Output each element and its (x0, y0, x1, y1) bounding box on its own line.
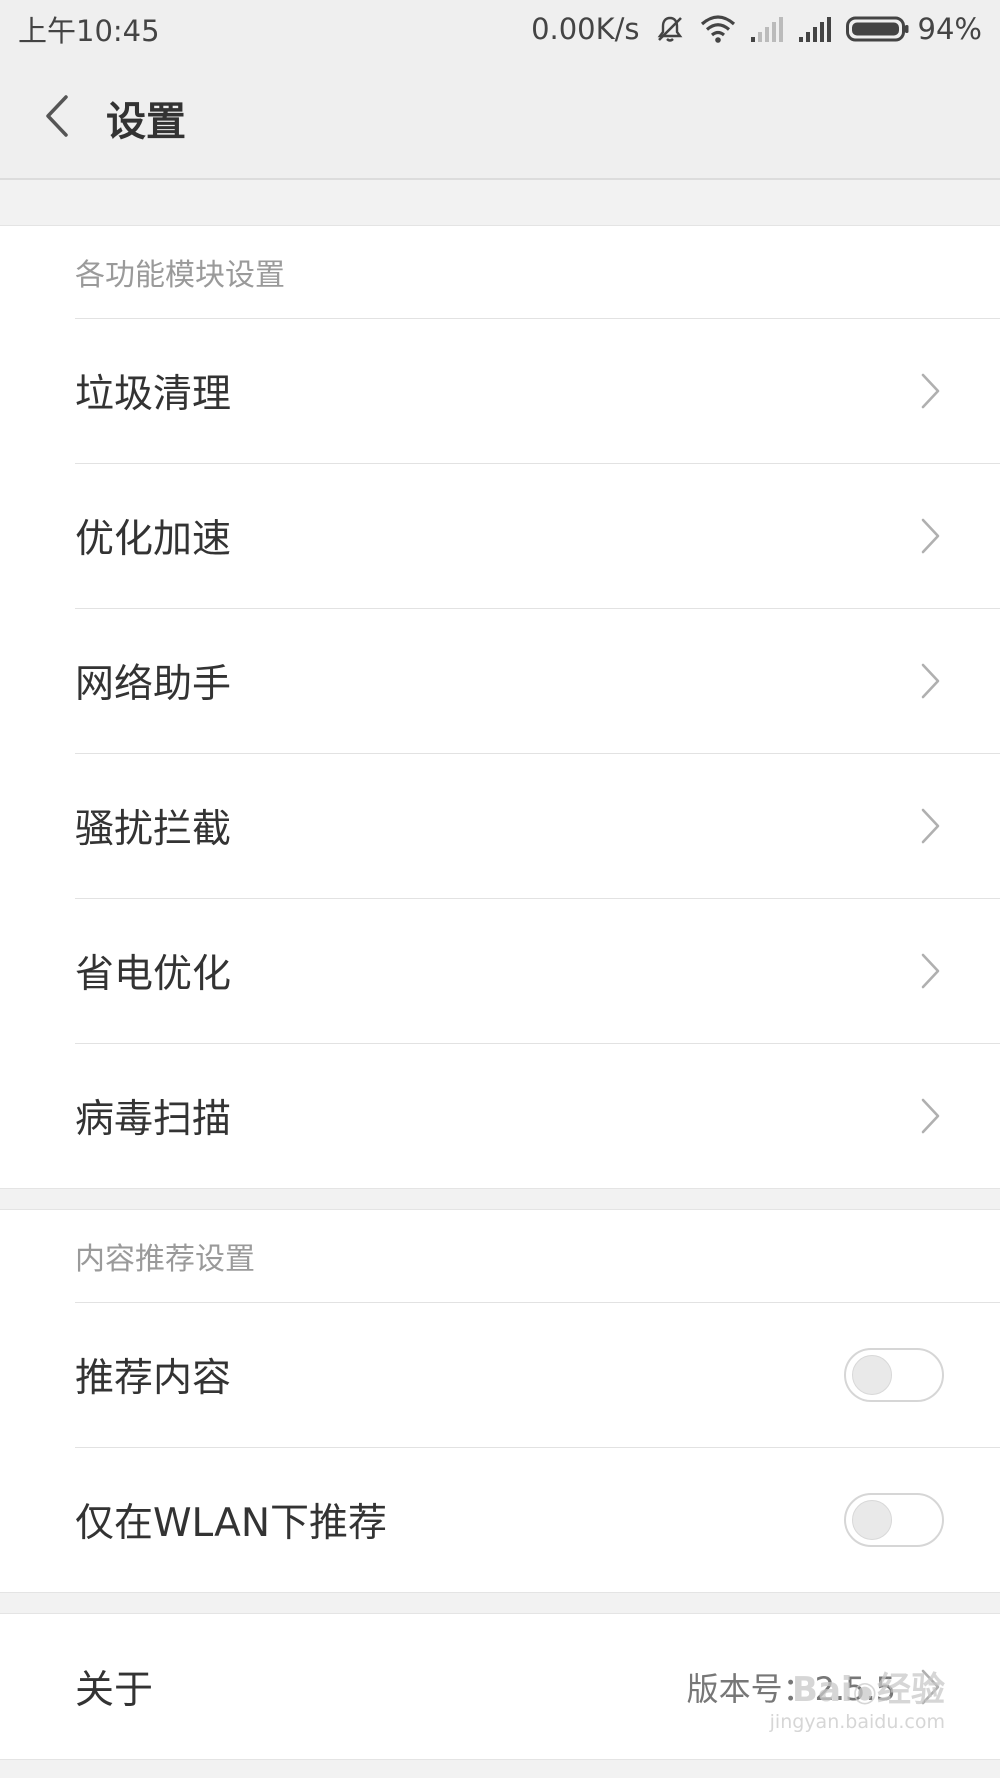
watermark-logo: Bai◉经验 jingyan.baidu.com (769, 1670, 945, 1733)
signal-icon-2 (798, 15, 832, 43)
row-recommend-content[interactable]: 推荐内容 (0, 1302, 1000, 1447)
row-harassment-block[interactable]: 骚扰拦截 (0, 753, 1000, 898)
mute-icon (654, 13, 686, 45)
content-section: 内容推荐设置 推荐内容 仅在WLAN下推荐 (0, 1209, 1000, 1593)
battery-percent: 94% (917, 12, 982, 46)
back-arrow-icon (38, 91, 78, 145)
row-label: 关于 (75, 1667, 154, 1713)
battery: 94% (845, 12, 982, 46)
row-label: 优化加速 (75, 516, 232, 562)
status-icons: 0.00K/s 94% (531, 12, 982, 46)
row-label: 骚扰拦截 (75, 806, 232, 852)
row-junk-clean[interactable]: 垃圾清理 (0, 318, 1000, 463)
status-bar: 上午10:45 0.00K/s 94% (0, 0, 1000, 58)
wlan-only-toggle[interactable] (844, 1492, 944, 1547)
row-label: 垃圾清理 (75, 371, 232, 417)
recommend-content-toggle[interactable] (844, 1347, 944, 1402)
status-time: 上午10:45 (18, 14, 160, 48)
chevron-right-icon (910, 1096, 950, 1136)
page-title: 设置 (106, 99, 186, 145)
row-label: 省电优化 (75, 951, 232, 997)
battery-icon (845, 15, 910, 43)
modules-section: 各功能模块设置 垃圾清理 优化加速 网络助手 骚扰拦截 省电优化 病毒扫描 (0, 225, 1000, 1189)
row-label: 网络助手 (75, 661, 232, 707)
chevron-right-icon (910, 371, 950, 411)
row-label: 仅在WLAN下推荐 (75, 1500, 388, 1546)
chevron-right-icon (910, 951, 950, 991)
chevron-right-icon (910, 516, 950, 556)
chevron-right-icon (910, 806, 950, 846)
section-header-content: 内容推荐设置 (75, 1242, 255, 1277)
row-wlan-only[interactable]: 仅在WLAN下推荐 (0, 1447, 1000, 1592)
row-network-assistant[interactable]: 网络助手 (0, 608, 1000, 753)
row-virus-scan[interactable]: 病毒扫描 (0, 1043, 1000, 1188)
toggle-knob (852, 1499, 892, 1540)
signal-icon-1 (750, 15, 784, 43)
title-bar: 设置 (0, 58, 1000, 180)
chevron-right-icon (910, 661, 950, 701)
row-power-saving[interactable]: 省电优化 (0, 898, 1000, 1043)
row-speed-up[interactable]: 优化加速 (0, 463, 1000, 608)
network-speed: 0.00K/s (531, 12, 640, 46)
back-button[interactable] (22, 82, 94, 154)
toggle-knob (852, 1354, 892, 1395)
row-label: 病毒扫描 (75, 1096, 232, 1142)
wifi-icon (700, 14, 736, 44)
row-label: 推荐内容 (75, 1355, 232, 1401)
section-header-modules: 各功能模块设置 (75, 258, 285, 293)
